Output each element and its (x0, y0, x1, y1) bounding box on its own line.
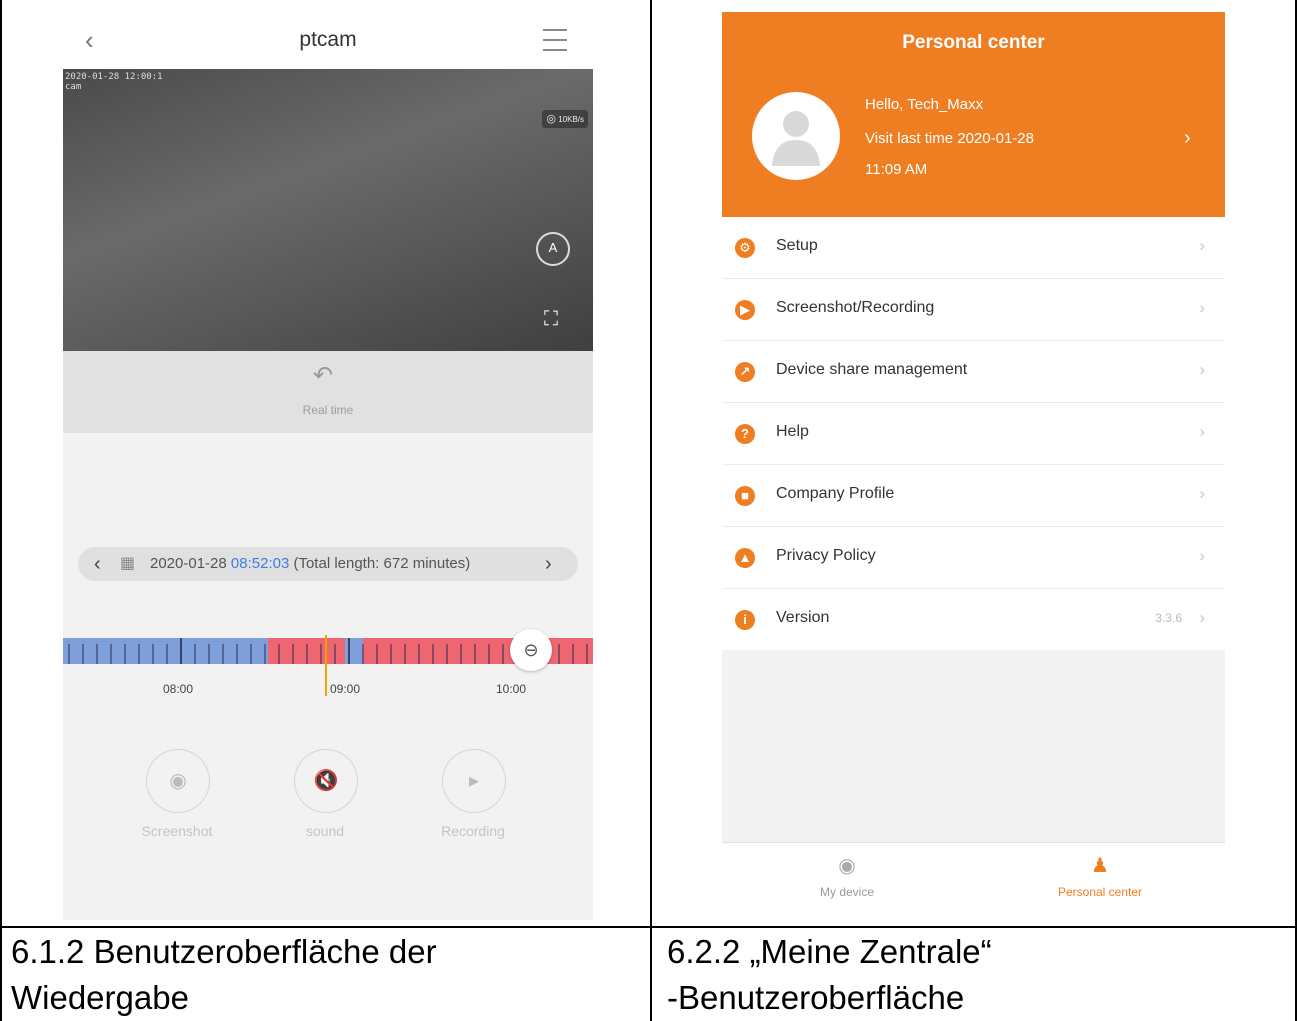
menu-item-screenshot-recording[interactable]: ▶ Screenshot/Recording › (722, 279, 1225, 341)
realtime-label: Real time (302, 403, 354, 417)
chevron-right-icon: › (1199, 608, 1205, 627)
screenshot-label: Screenshot (141, 823, 213, 839)
caption-left-line-2: Wiedergabe (11, 979, 189, 1016)
profile-header[interactable]: Personal center Hello, Tech_Maxx Visit l… (722, 12, 1225, 217)
date-selector: ‹ ▦ 2020-01-28 08:52:03 (Total length: 6… (78, 547, 578, 581)
person-icon: ♟ (1091, 855, 1109, 877)
caption-left-line-1: 6.1.2 Benutzeroberfläche der (11, 933, 437, 970)
tick-0900: 09:00 (330, 682, 361, 696)
timeline-cursor-ext (325, 668, 327, 696)
caption-right: 6.2.2 „Meine Zentrale“ -Benutzeroberfläc… (667, 929, 992, 1021)
osd-label: cam (65, 82, 82, 92)
tab-label: My device (819, 885, 875, 899)
question-icon: ? (735, 424, 755, 444)
prev-day-icon[interactable]: ‹ (94, 547, 101, 581)
chevron-right-icon: › (1199, 422, 1205, 441)
page-title: ptcam (299, 28, 357, 51)
nav-bar: ‹ ptcam (63, 12, 593, 69)
wifi-icon: ◎ (546, 113, 556, 125)
tab-my-device[interactable]: ◉ My device (722, 853, 972, 899)
chevron-right-icon: › (1199, 236, 1205, 255)
calendar-icon[interactable]: ▦ (120, 547, 135, 581)
menu-label: Setup (776, 237, 818, 254)
auto-rotate-icon[interactable]: A (536, 232, 570, 266)
menu-item-privacy-policy[interactable]: ▲ Privacy Policy › (722, 527, 1225, 589)
recording-button[interactable]: ▸ (442, 749, 506, 813)
menu-item-version[interactable]: i Version 3.3.6 › (722, 589, 1225, 650)
tab-label: Personal center (1057, 885, 1143, 899)
visit-line: Visit last time 2020-01-28 (865, 130, 1034, 147)
wifi-speed: 10KB/s (558, 115, 584, 124)
menu-item-company-profile[interactable]: ■ Company Profile › (722, 465, 1225, 527)
shield-icon: ▲ (735, 548, 755, 568)
table-border-row (0, 926, 1297, 928)
camera-icon: ◉ (169, 770, 187, 792)
chevron-right-icon: › (1199, 484, 1205, 503)
tab-personal-center[interactable]: ♟ Personal center (975, 853, 1225, 899)
video-view[interactable]: 2020-01-28 12:00:1 cam ◎ 10KB/s A ⛶ (63, 69, 593, 351)
tick-1000: 10:00 (496, 682, 527, 696)
company-icon: ■ (735, 486, 755, 506)
video-osd: 2020-01-28 12:00:1 cam (65, 72, 163, 92)
osd-timestamp: 2020-01-28 12:00:1 (65, 72, 163, 82)
recording-label: Recording (441, 823, 505, 839)
settings-menu: ⚙ Setup › ▶ Screenshot/Recording › ↗ Dev… (722, 217, 1225, 650)
hamburger-icon[interactable] (543, 29, 567, 51)
timeline-segment-blue-2 (345, 638, 363, 664)
menu-item-device-share[interactable]: ↗ Device share management › (722, 341, 1225, 403)
zoom-icon[interactable]: ⊖ (510, 629, 552, 671)
sound-button[interactable]: 🔇 (294, 749, 358, 813)
caption-right-line-2: -Benutzeroberfläche (667, 979, 965, 1016)
fullscreen-icon[interactable]: ⛶ (536, 304, 566, 334)
tab-bar: ◉ My device ♟ Personal center (722, 842, 1225, 920)
chevron-right-icon: › (1199, 546, 1205, 565)
version-value: 3.3.6 (1155, 611, 1182, 625)
caption-left: 6.1.2 Benutzeroberfläche der Wiedergabe (11, 929, 437, 1021)
tick-0800: 08:00 (163, 682, 194, 696)
chevron-right-icon: › (1199, 360, 1205, 379)
menu-label: Version (776, 609, 830, 626)
caption-right-line-1: 6.2.2 „Meine Zentrale“ (667, 933, 992, 970)
time-value: 08:52:03 (230, 555, 290, 572)
table-border-middle (650, 0, 652, 1021)
realtime-bar[interactable]: ↶ Real time (63, 351, 593, 433)
menu-label: Company Profile (776, 485, 895, 502)
visit-time: 11:09 AM (865, 161, 928, 178)
menu-item-help[interactable]: ? Help › (722, 403, 1225, 465)
share-icon: ↗ (735, 362, 755, 382)
user-icon (772, 111, 820, 166)
menu-label: Device share management (776, 361, 968, 378)
total-length: (Total length: 672 minutes) (293, 555, 471, 572)
menu-item-setup[interactable]: ⚙ Setup › (722, 217, 1225, 279)
greeting: Hello, Tech_Maxx (865, 96, 984, 113)
page-title: Personal center (902, 32, 1045, 53)
date-value: 2020-01-28 (150, 555, 227, 572)
wifi-badge: ◎ 10KB/s (542, 110, 588, 128)
menu-label: Help (776, 423, 809, 440)
playback-screen: ‹ ptcam 2020-01-28 12:00:1 cam ◎ 10KB/s … (63, 12, 593, 920)
realtime-icon[interactable]: ↶ (313, 361, 333, 390)
menu-label: Screenshot/Recording (776, 299, 935, 316)
screenshot-button[interactable]: ◉ (146, 749, 210, 813)
video-icon: ▶ (735, 300, 755, 320)
mute-icon: 🔇 (313, 770, 339, 792)
gear-icon: ⚙ (735, 238, 755, 258)
avatar[interactable] (752, 92, 840, 180)
chevron-right-icon[interactable]: › (1184, 127, 1191, 150)
date-text: 2020-01-28 08:52:03 (Total length: 672 m… (150, 547, 470, 581)
personal-center-screen: Personal center Hello, Tech_Maxx Visit l… (722, 12, 1225, 920)
chevron-right-icon: › (1199, 298, 1205, 317)
info-icon: i (735, 610, 755, 630)
video-record-icon: ▸ (468, 770, 480, 792)
menu-label: Privacy Policy (776, 547, 876, 564)
camera-icon: ◉ (838, 855, 856, 877)
sound-label: sound (305, 823, 345, 839)
next-day-icon[interactable]: › (545, 547, 552, 581)
table-border-left (0, 0, 2, 1021)
